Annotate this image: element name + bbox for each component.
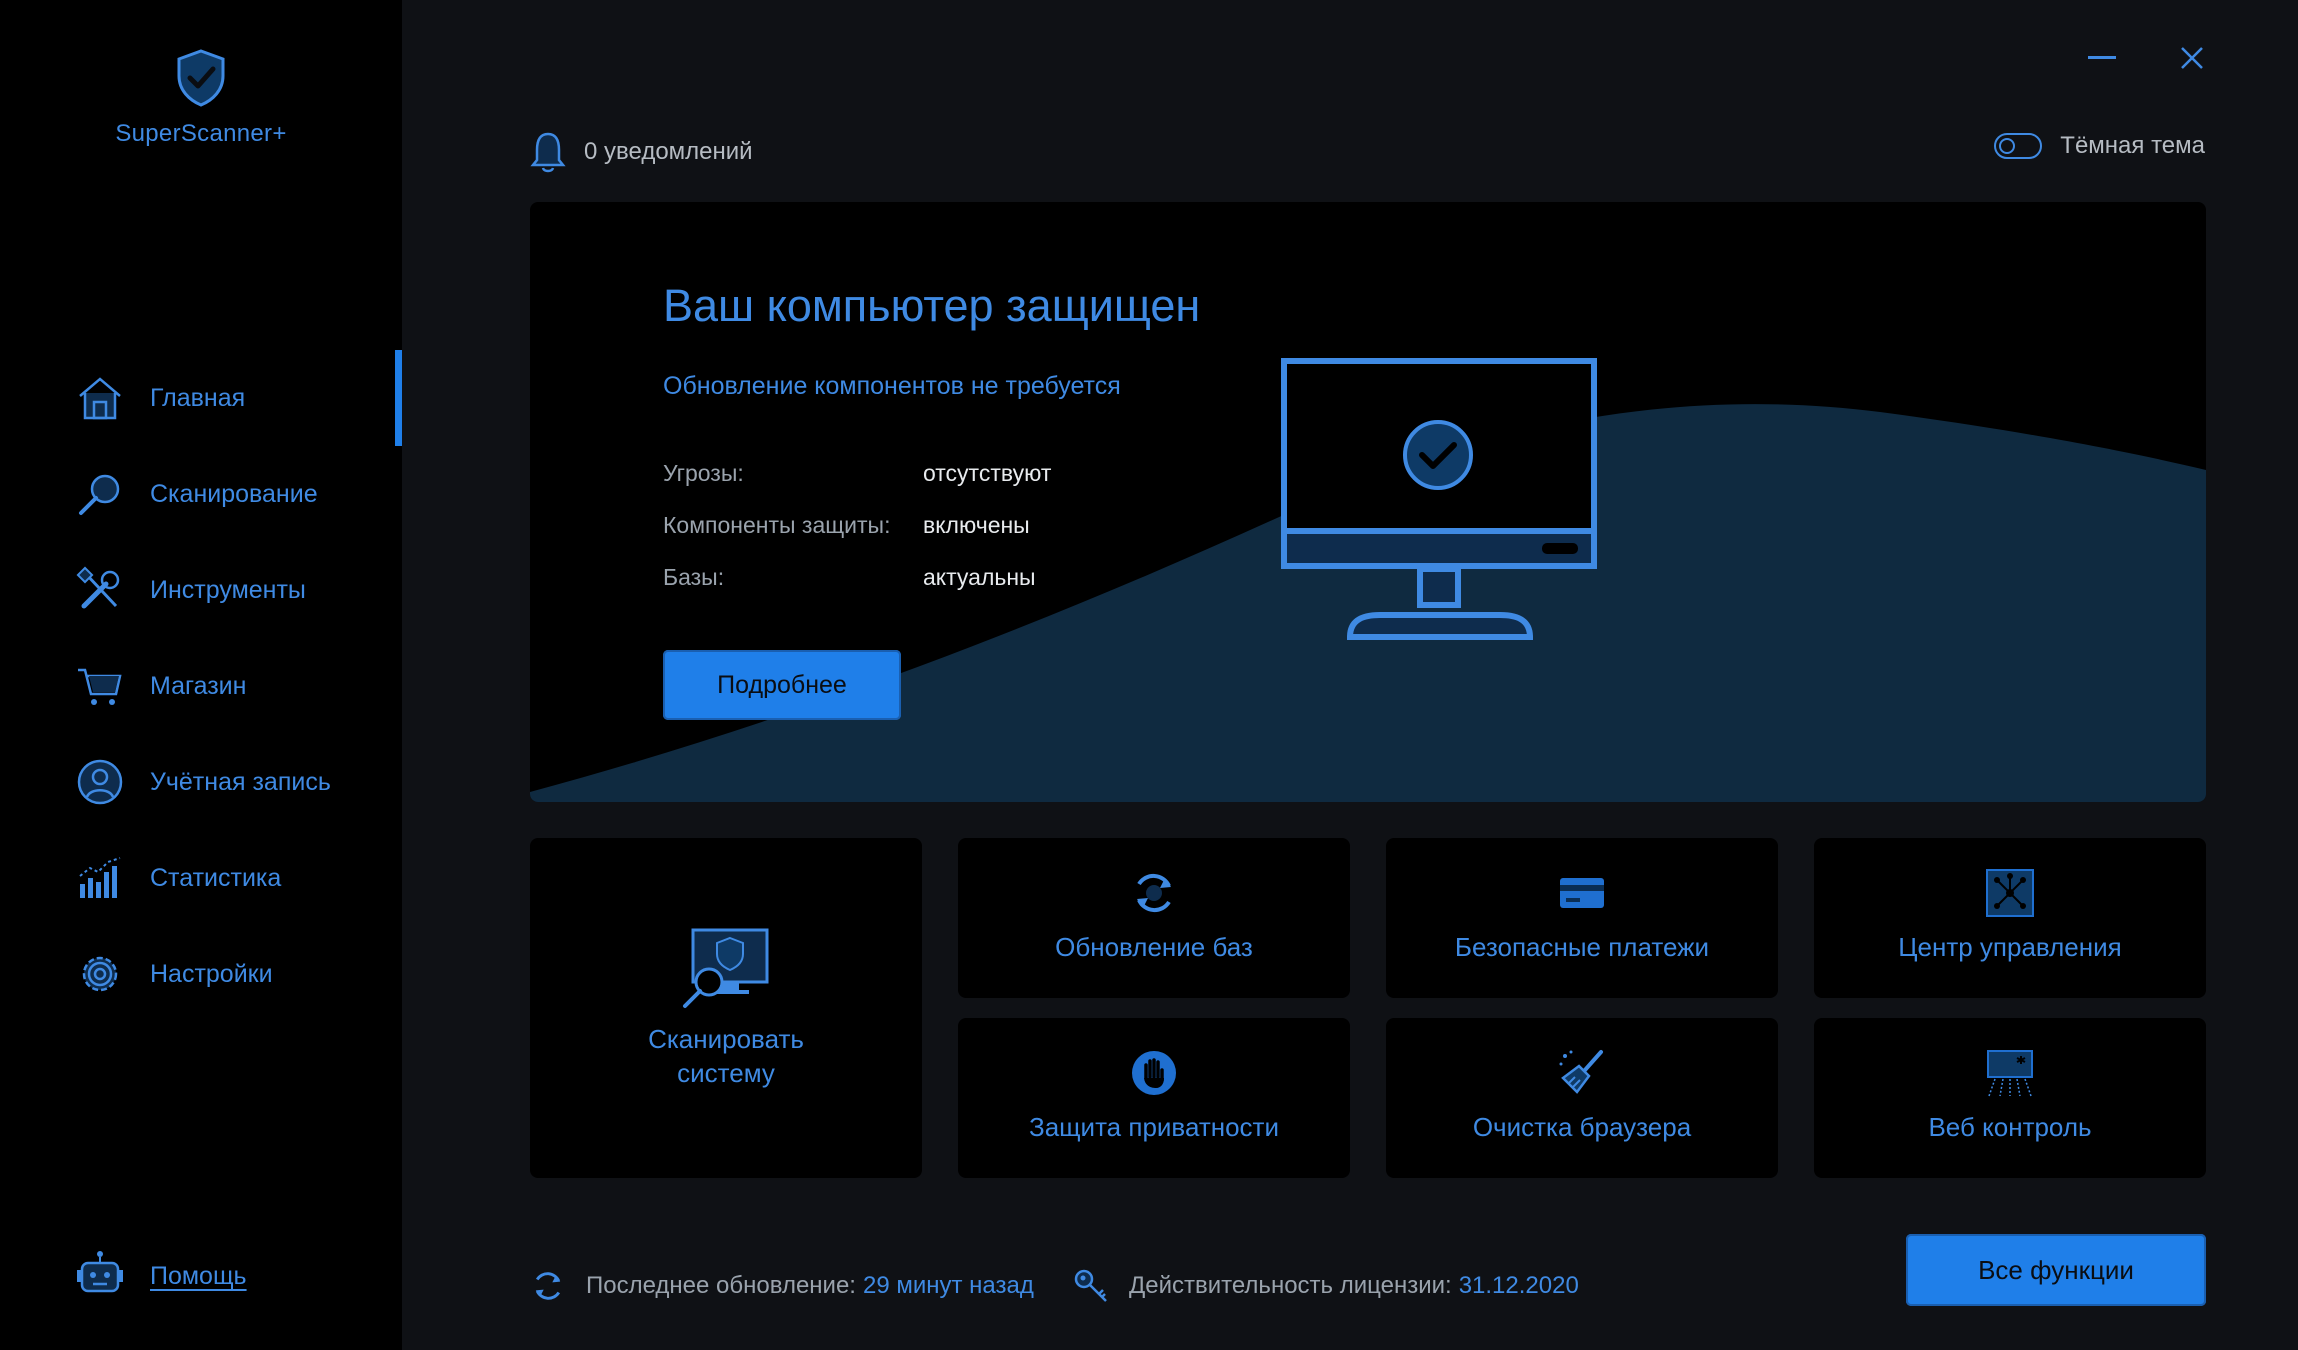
license-status: Действительность лицензии: 31.12.2020 [1073,1268,1579,1304]
status-subtitle: Обновление компонентов не требуется [663,372,1121,400]
status-row-databases: Базы: актуальны [663,564,1036,591]
update-databases-tile[interactable]: Обновление баз [958,838,1350,998]
web-control-tile[interactable]: Веб контроль [1814,1018,2206,1178]
theme-switch[interactable]: Тёмная тема [1994,132,2205,160]
sidebar-item-label: Инструменты [150,575,306,604]
protected-monitor-icon [1281,358,1597,640]
status-row-components: Компоненты защиты: включены [663,512,1030,539]
control-center-tile[interactable]: Центр управления [1814,838,2206,998]
sidebar-item-label: Статистика [150,863,282,892]
dark-theme-toggle[interactable] [1994,133,2043,159]
sidebar-nav: Главная Сканирование Инструменты Магазин… [0,350,402,1022]
robot-icon [74,1248,126,1305]
status-value: отсутствуют [923,460,1052,486]
sidebar: SuperScanner+ Главная Сканирование Инстр… [0,0,402,1350]
status-key: Угрозы: [663,460,744,486]
refresh-icon [1137,873,1171,913]
bell-icon [530,132,566,173]
key-icon [1074,1269,1107,1302]
sidebar-item-tools[interactable]: Инструменты [0,542,402,638]
browser-cleanup-tile[interactable]: Очистка браузера [1386,1018,1778,1178]
sidebar-item-label: Учётная запись [150,767,331,796]
brand: SuperScanner+ [0,48,402,148]
safe-payments-tile[interactable]: Безопасные платежи [1386,838,1778,998]
status-key: Базы: [663,564,725,590]
minimize-icon [2088,56,2116,59]
more-details-button[interactable]: Подробнее [663,650,901,720]
sidebar-item-label: Магазин [150,671,247,700]
last-update-label: Последнее обновление: [586,1272,856,1299]
magnifier-icon [74,468,126,520]
protection-status-card: Ваш компьютер защищен Обновление компоне… [530,202,2206,802]
help-link[interactable]: Помощь [74,1248,247,1305]
app-name: SuperScanner+ [115,120,287,147]
cart-icon [74,660,126,712]
network-hub-icon [1986,869,2034,917]
last-update-value: 29 минут назад [862,1272,1034,1299]
sidebar-item-label: Настройки [150,959,273,988]
all-features-button[interactable]: Все функции [1906,1234,2206,1306]
tile-label: Сканировать [648,1024,804,1054]
status-value: актуальны [923,564,1036,590]
sidebar-item-label: Сканирование [150,479,318,508]
status-value: включены [923,512,1030,538]
tile-label: систему [677,1058,775,1088]
sidebar-item-home[interactable]: Главная [0,350,402,446]
sidebar-item-label: Главная [150,383,246,412]
user-icon [74,756,126,808]
theme-label: Тёмная тема [2060,132,2205,159]
help-label: Помощь [150,1262,247,1290]
close-button[interactable] [2172,40,2212,76]
close-icon [2181,47,2203,69]
scan-monitor-icon [683,928,769,1008]
status-row-threats: Угрозы: отсутствуют [663,460,1051,487]
privacy-protection-tile[interactable]: Защита приватности [958,1018,1350,1178]
refresh-icon [535,1272,561,1300]
web-filter-icon [1987,1050,2033,1097]
status-title: Ваш компьютер защищен [663,280,1201,331]
tile-label: Безопасные платежи [1454,932,1710,962]
tile-label: Защита приватности [1028,1112,1279,1142]
last-update-status: Последнее обновление: 29 минут назад [530,1268,1034,1304]
sidebar-item-shop[interactable]: Магазин [0,638,402,734]
tile-label: Обновление баз [1055,932,1253,962]
sidebar-item-settings[interactable]: Настройки [0,926,402,1022]
sidebar-item-account[interactable]: Учётная запись [0,734,402,830]
notifications-count: 0 уведомлений [584,138,753,165]
minimize-button[interactable] [2082,40,2122,76]
gear-icon [74,948,126,1000]
home-icon [74,372,126,424]
license-value: 31.12.2020 [1458,1272,1579,1299]
tile-label: Очистка браузера [1472,1112,1692,1142]
tile-label: Веб контроль [1928,1112,2092,1142]
status-key: Компоненты защиты: [663,512,891,538]
sidebar-item-scan[interactable]: Сканирование [0,446,402,542]
license-label: Действительность лицензии: [1129,1272,1452,1299]
credit-card-icon [1560,878,1604,908]
sidebar-item-stats[interactable]: Статистика [0,830,402,926]
shield-check-logo-icon [177,49,225,107]
notifications[interactable]: 0 уведомлений [530,130,753,174]
tile-label: Центр управления [1898,932,2122,962]
hand-stop-icon [1132,1051,1176,1095]
broom-icon [1559,1050,1603,1094]
tools-icon [74,564,126,616]
chart-icon [74,852,126,904]
scan-system-tile[interactable]: Сканировать систему [530,838,922,1178]
